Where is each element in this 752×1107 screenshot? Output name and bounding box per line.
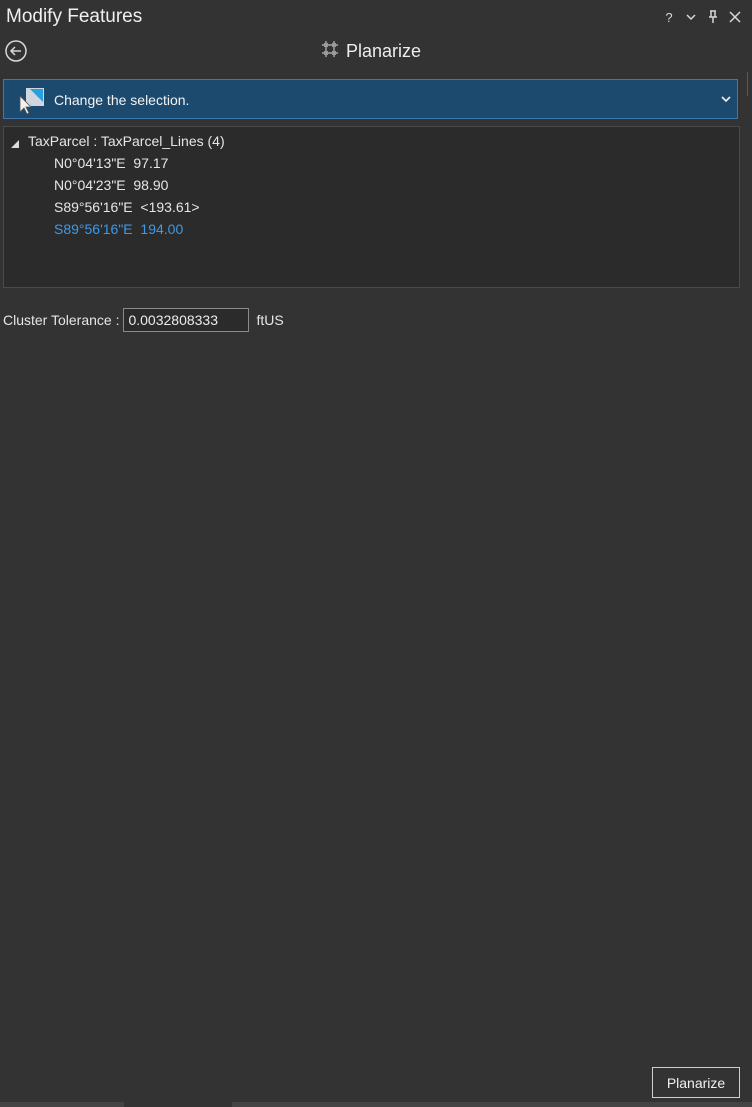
bottom-tab[interactable] <box>232 1102 752 1107</box>
select-features-icon <box>16 84 48 116</box>
cluster-tolerance-row: Cluster Tolerance : ftUS <box>3 307 284 333</box>
tree-layer-label: TaxParcel : TaxParcel_Lines (4) <box>28 133 225 149</box>
tool-title: Planarize <box>320 40 421 63</box>
list-item-selected[interactable]: S89°56'16"E 194.00 <box>54 221 183 237</box>
pin-icon[interactable] <box>706 8 720 26</box>
expand-triangle-icon[interactable] <box>10 136 20 148</box>
list-item[interactable]: N0°04'23"E 98.90 <box>54 177 168 193</box>
tool-header: Planarize <box>0 36 752 72</box>
tree-layer-node[interactable]: TaxParcel : TaxParcel_Lines (4) <box>10 133 225 149</box>
back-arrow-icon[interactable] <box>5 38 29 62</box>
cluster-tolerance-label: Cluster Tolerance : <box>3 312 120 328</box>
pane-titlebar: Modify Features ? <box>0 0 752 36</box>
help-icon[interactable]: ? <box>662 8 676 26</box>
bottom-tab[interactable] <box>0 1102 124 1107</box>
bottom-tab-strip <box>0 1102 752 1107</box>
panel-edge <box>747 72 748 96</box>
planarize-button[interactable]: Planarize <box>652 1067 740 1098</box>
list-item[interactable]: S89°56'16"E <193.61> <box>54 199 200 215</box>
close-icon[interactable] <box>728 8 742 26</box>
cluster-tolerance-input[interactable] <box>123 308 250 332</box>
options-chevron-icon[interactable] <box>684 8 698 26</box>
pane-controls: ? <box>662 8 742 26</box>
list-item[interactable]: N0°04'13"E 97.17 <box>54 155 168 171</box>
change-selection-dropdown[interactable]: Change the selection. <box>3 79 738 119</box>
tool-title-label: Planarize <box>346 41 422 61</box>
pane-title: Modify Features <box>6 6 143 27</box>
planarize-grid-icon <box>320 40 340 63</box>
feature-list[interactable]: TaxParcel : TaxParcel_Lines (4) N0°04'13… <box>3 126 740 288</box>
chevron-down-icon[interactable] <box>719 92 733 106</box>
change-selection-label: Change the selection. <box>54 92 190 108</box>
tolerance-unit-label: ftUS <box>256 312 284 328</box>
